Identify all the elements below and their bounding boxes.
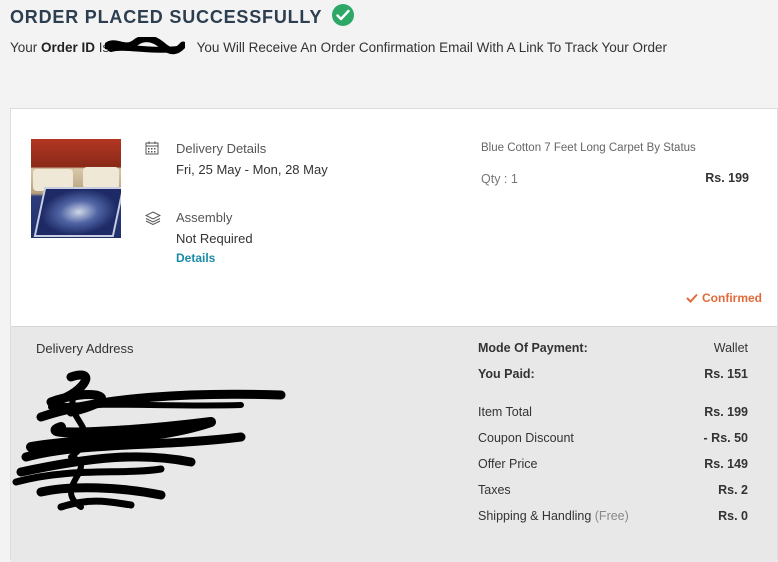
order-confirmation-message: Your Order ID Is You Will Receive An Ord…	[10, 37, 770, 55]
assembly-layers-icon	[144, 211, 162, 230]
assembly-value: Not Required	[176, 231, 253, 246]
coupon-discount-row: Coupon Discount - Rs. 50	[478, 431, 748, 445]
shipping-row: Shipping & Handling (Free) Rs. 0	[478, 509, 748, 523]
message-suffix: You Will Receive An Order Confirmation E…	[193, 40, 668, 55]
delivery-date-range: Fri, 25 May - Mon, 28 May	[176, 162, 328, 177]
product-image[interactable]	[31, 139, 121, 238]
order-status-badge: Confirmed	[686, 291, 762, 305]
product-name[interactable]: Blue Cotton 7 Feet Long Carpet By Status	[481, 142, 696, 154]
coupon-discount-label: Coupon Discount	[478, 431, 574, 445]
item-total-label: Item Total	[478, 405, 532, 419]
order-card: Delivery Details Fri, 25 May - Mon, 28 M…	[10, 108, 778, 562]
shipping-value: Rs. 0	[718, 509, 748, 523]
amount-paid-label: You Paid:	[478, 367, 535, 381]
amount-paid-row: You Paid: Rs. 151	[478, 367, 748, 381]
calendar-icon	[145, 141, 159, 160]
product-image-sofa	[83, 167, 119, 189]
assembly-details-link[interactable]: Details	[176, 251, 215, 265]
page-title-text: ORDER PLACED SUCCESSFULLY	[10, 6, 323, 27]
page-title: ORDER PLACED SUCCESSFULLY	[10, 4, 770, 28]
item-total-row: Item Total Rs. 199	[478, 405, 748, 419]
shipping-label: Shipping & Handling (Free)	[478, 509, 629, 523]
taxes-value: Rs. 2	[718, 483, 748, 497]
message-prefix: Your	[10, 40, 42, 55]
success-check-icon	[332, 4, 355, 26]
payment-mode-label: Mode Of Payment:	[478, 341, 588, 355]
payment-mode-value: Wallet	[713, 341, 748, 355]
coupon-discount-value: - Rs. 50	[703, 431, 748, 445]
shipping-free-note: (Free)	[594, 509, 629, 523]
item-total-value: Rs. 199	[704, 405, 748, 419]
shipping-label-text: Shipping & Handling	[478, 509, 592, 523]
assembly-label: Assembly	[176, 210, 233, 225]
confirmed-check-icon	[686, 293, 698, 303]
redacted-address	[12, 370, 286, 511]
redacted-order-id	[105, 37, 193, 55]
offer-price-value: Rs. 149	[704, 457, 748, 471]
product-quantity: Qty : 1	[481, 172, 518, 186]
order-status-text: Confirmed	[702, 291, 762, 305]
product-price: Rs. 199	[705, 171, 749, 185]
order-summary-section: Delivery Address Mode Of Payment: Wallet…	[11, 326, 777, 562]
delivery-details-label: Delivery Details	[176, 141, 267, 156]
taxes-label: Taxes	[478, 483, 511, 497]
offer-price-label: Offer Price	[478, 457, 538, 471]
amount-paid-value: Rs. 151	[704, 367, 748, 381]
delivery-address-label: Delivery Address	[36, 341, 134, 356]
order-header: ORDER PLACED SUCCESSFULLY Your Order ID …	[10, 4, 770, 55]
payment-mode-row: Mode Of Payment: Wallet	[478, 341, 748, 355]
order-id-label: Order ID	[41, 40, 96, 55]
taxes-row: Taxes Rs. 2	[478, 483, 748, 497]
product-image-rug	[33, 187, 121, 237]
offer-price-row: Offer Price Rs. 149	[478, 457, 748, 471]
